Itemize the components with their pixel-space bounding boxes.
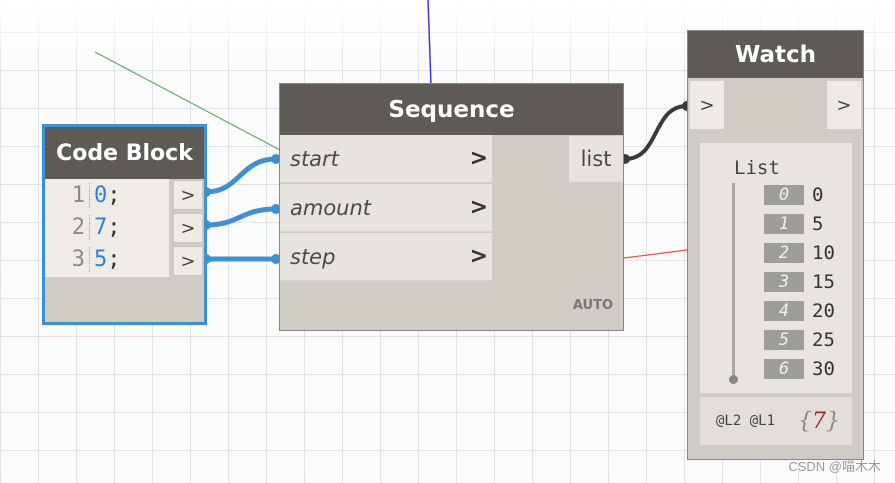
input-port-start[interactable]: start > — [280, 135, 492, 183]
wire-start[interactable] — [205, 156, 277, 195]
line-content[interactable]: 5; — [90, 247, 121, 272]
watermark: CSDN @喵木木 — [788, 459, 881, 474]
item-value: 30 — [812, 358, 835, 380]
watch-preview[interactable]: List 0 0 1 5 2 10 3 15 4 20 5 25 6 30 — [700, 143, 852, 393]
line-number: 3 — [45, 246, 90, 272]
list-item: 4 20 — [764, 300, 835, 322]
count-value: 7 — [812, 408, 826, 434]
count-open-brace: { — [798, 408, 812, 434]
sequence-node[interactable]: Sequence start > amount > step > list AU… — [279, 83, 624, 331]
code-line[interactable]: 3 5; — [45, 243, 169, 275]
item-index: 4 — [764, 301, 804, 321]
tree-node-dot — [729, 375, 738, 384]
input-label: amount — [290, 195, 372, 220]
item-index: 3 — [764, 272, 804, 292]
line-value: 0 — [94, 182, 108, 208]
item-value: 0 — [812, 184, 824, 206]
item-value: 25 — [812, 329, 835, 351]
line-content[interactable]: 7; — [90, 215, 121, 240]
count-close-brace: } — [826, 408, 840, 434]
code-line[interactable]: 1 0; — [45, 179, 169, 211]
list-item: 5 25 — [764, 329, 835, 351]
x-axis-line — [623, 249, 688, 259]
list-item: 6 30 — [764, 358, 835, 380]
line-end: ; — [107, 214, 121, 240]
output-port-line-2[interactable]: > — [173, 213, 203, 243]
watch-title: Watch — [688, 31, 863, 78]
line-number: 2 — [45, 214, 90, 240]
line-end: ; — [107, 182, 121, 208]
input-port-amount[interactable]: amount > — [280, 184, 492, 232]
chevron-right-icon: > — [469, 195, 488, 220]
wire-list-to-watch[interactable] — [624, 104, 688, 161]
input-port-step[interactable]: step > — [280, 233, 492, 281]
item-value: 20 — [812, 300, 835, 322]
list-item: 1 5 — [764, 213, 823, 235]
item-value: 5 — [812, 213, 824, 235]
item-index: 0 — [764, 185, 804, 205]
watch-input-port[interactable]: > — [690, 81, 724, 129]
code-editor[interactable]: 1 0; 2 7; 3 5; — [45, 179, 169, 277]
list-item: 2 10 — [764, 242, 835, 264]
item-value: 15 — [812, 271, 835, 293]
chevron-right-icon: > — [469, 244, 488, 269]
line-content[interactable]: 0; — [90, 183, 121, 208]
input-label: start — [290, 146, 339, 171]
watch-output-port[interactable]: > — [827, 81, 861, 129]
tree-rail — [732, 183, 735, 381]
item-count: {7} — [798, 409, 840, 434]
item-index: 1 — [764, 214, 804, 234]
list-label: List — [734, 157, 780, 179]
code-block-title: Code Block — [45, 127, 204, 179]
sequence-title: Sequence — [280, 84, 623, 135]
item-index: 2 — [764, 243, 804, 263]
output-port-line-1[interactable]: > — [173, 180, 203, 210]
z-axis-line — [427, 0, 432, 86]
watch-footer: @L2 @L1 {7} — [700, 397, 852, 445]
output-port-line-3[interactable]: > — [173, 246, 203, 276]
code-line[interactable]: 2 7; — [45, 211, 169, 243]
list-item: 0 0 — [764, 184, 823, 206]
input-label: step — [290, 244, 336, 269]
chevron-right-icon: > — [469, 146, 488, 171]
item-index: 5 — [764, 330, 804, 350]
watch-node[interactable]: Watch > > List 0 0 1 5 2 10 3 15 4 20 5 … — [687, 30, 864, 460]
lacing-indicator[interactable]: AUTO — [573, 298, 613, 313]
code-block-node[interactable]: Code Block 1 0; 2 7; 3 5; > > > — [42, 124, 207, 325]
line-value: 5 — [94, 246, 108, 272]
line-end: ; — [107, 246, 121, 272]
output-port-list[interactable]: list — [569, 136, 623, 182]
list-item: 3 15 — [764, 271, 835, 293]
wire-amount[interactable] — [205, 206, 277, 228]
item-value: 10 — [812, 242, 835, 264]
line-value: 7 — [94, 214, 108, 240]
item-index: 6 — [764, 359, 804, 379]
list-levels[interactable]: @L2 @L1 — [716, 413, 775, 429]
line-number: 1 — [45, 182, 90, 208]
